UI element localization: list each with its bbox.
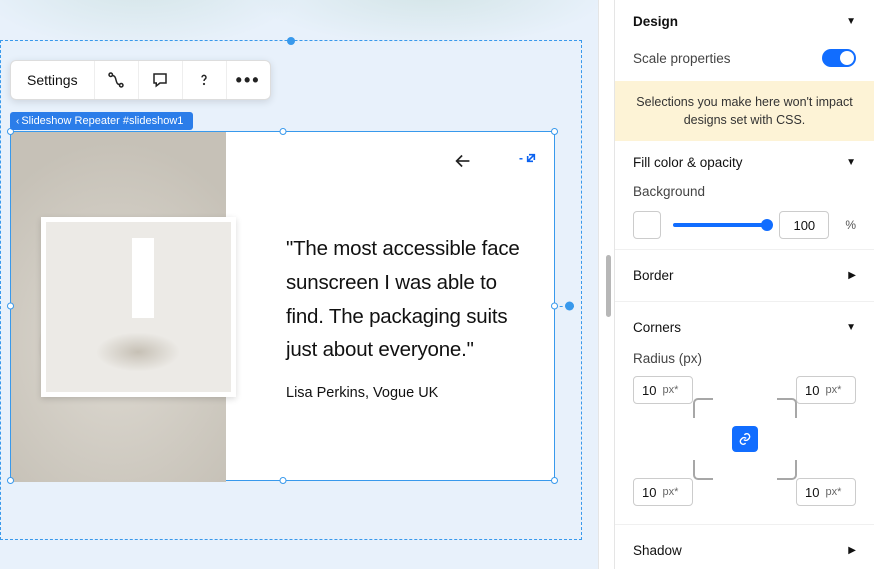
slide-quote-text: "The most accessible face sunscreen I wa… <box>286 232 534 367</box>
caret-right-icon: ▶ <box>848 545 856 556</box>
more-actions-icon[interactable]: ••• <box>226 61 270 99</box>
animation-path-icon[interactable] <box>94 61 138 99</box>
border-title: Border <box>633 268 674 283</box>
caret-down-icon: ▼ <box>846 322 856 333</box>
border-section-header[interactable]: Border ▶ <box>615 254 874 297</box>
scale-properties-label: Scale properties <box>633 51 731 66</box>
canvas-scrollbar-thumb[interactable] <box>606 255 611 317</box>
divider <box>615 301 874 302</box>
radius-input-top-right[interactable]: 10 px* <box>796 376 856 404</box>
resize-handle-br[interactable] <box>551 477 558 484</box>
radius-unit: px* <box>825 384 841 396</box>
background-label: Background <box>633 184 705 199</box>
radius-preview-shape <box>693 398 797 480</box>
opacity-unit: % <box>841 218 856 232</box>
slide-text-column: "The most accessible face sunscreen I wa… <box>286 132 534 480</box>
breadcrumb-label: Slideshow Repeater #slideshow1 <box>21 115 183 127</box>
floating-toolbar: Settings ••• <box>10 60 271 100</box>
radius-tl-value: 10 <box>642 383 656 398</box>
chevron-left-icon: ‹ <box>16 116 19 127</box>
slide-author-text: Lisa Perkins, Vogue UK <box>286 385 534 401</box>
resize-handle-bl[interactable] <box>7 477 14 484</box>
link-corners-button[interactable] <box>732 426 758 452</box>
resize-handle-mr[interactable] <box>551 303 558 310</box>
product-image <box>41 217 236 397</box>
radius-br-value: 10 <box>805 485 819 500</box>
slide-card[interactable]: "The most accessible face sunscreen I wa… <box>10 131 555 481</box>
radius-grid: 10 px* 10 px* 10 px* 10 px* <box>633 376 856 506</box>
design-title: Design <box>633 14 678 29</box>
resize-handle-mt[interactable] <box>279 128 286 135</box>
opacity-slider[interactable] <box>673 223 767 227</box>
fill-title: Fill color & opacity <box>633 155 743 170</box>
background-color-swatch[interactable] <box>633 211 661 239</box>
corners-title: Corners <box>633 320 681 335</box>
design-panel: Design ▼ Scale properties Selections you… <box>614 0 874 569</box>
radius-unit: px* <box>662 486 678 498</box>
radius-unit: px* <box>662 384 678 396</box>
divider <box>615 249 874 250</box>
radius-input-bottom-right[interactable]: 10 px* <box>796 478 856 506</box>
caret-down-icon: ▼ <box>846 157 856 168</box>
background-controls-row: 100 % <box>615 201 874 245</box>
radius-unit: px* <box>825 486 841 498</box>
corners-section-header[interactable]: Corners ▼ <box>615 306 874 349</box>
radius-tr-value: 10 <box>805 383 819 398</box>
breadcrumb[interactable]: ‹ Slideshow Repeater #slideshow1 <box>10 112 193 130</box>
fill-section-header[interactable]: Fill color & opacity ▼ <box>615 141 874 184</box>
radius-input-bottom-left[interactable]: 10 px* <box>633 478 693 506</box>
resize-handle-tr[interactable] <box>551 128 558 135</box>
shadow-title: Shadow <box>633 543 682 558</box>
divider <box>615 524 874 525</box>
corners-controls: Radius (px) 10 px* 10 px* 10 px* 10 px* <box>615 349 874 520</box>
opacity-input[interactable]: 100 <box>779 211 829 239</box>
background-label-row: Background <box>615 184 874 201</box>
right-anchor-handle[interactable] <box>565 302 574 311</box>
previous-arrow-icon[interactable] <box>452 150 474 177</box>
design-section-header[interactable]: Design ▼ <box>615 0 874 43</box>
caret-right-icon: ▶ <box>848 270 856 281</box>
help-icon[interactable] <box>182 61 226 99</box>
resize-handle-ml[interactable] <box>7 303 14 310</box>
scale-properties-row: Scale properties <box>615 43 874 81</box>
resize-handle-mb[interactable] <box>279 477 286 484</box>
settings-button[interactable]: Settings <box>11 61 94 99</box>
css-notice-banner: Selections you make here won't impact de… <box>615 81 874 141</box>
radius-bl-value: 10 <box>642 485 656 500</box>
opacity-value: 100 <box>793 218 815 233</box>
caret-down-icon: ▼ <box>846 16 856 27</box>
top-anchor-handle[interactable] <box>287 37 295 45</box>
expand-resize-icon[interactable]: - <box>514 147 544 169</box>
shadow-section-header[interactable]: Shadow ▶ <box>615 529 874 569</box>
radius-input-top-left[interactable]: 10 px* <box>633 376 693 404</box>
opacity-slider-knob[interactable] <box>761 219 773 231</box>
comment-icon[interactable] <box>138 61 182 99</box>
radius-label: Radius (px) <box>633 351 702 366</box>
scale-properties-toggle[interactable] <box>822 49 856 67</box>
